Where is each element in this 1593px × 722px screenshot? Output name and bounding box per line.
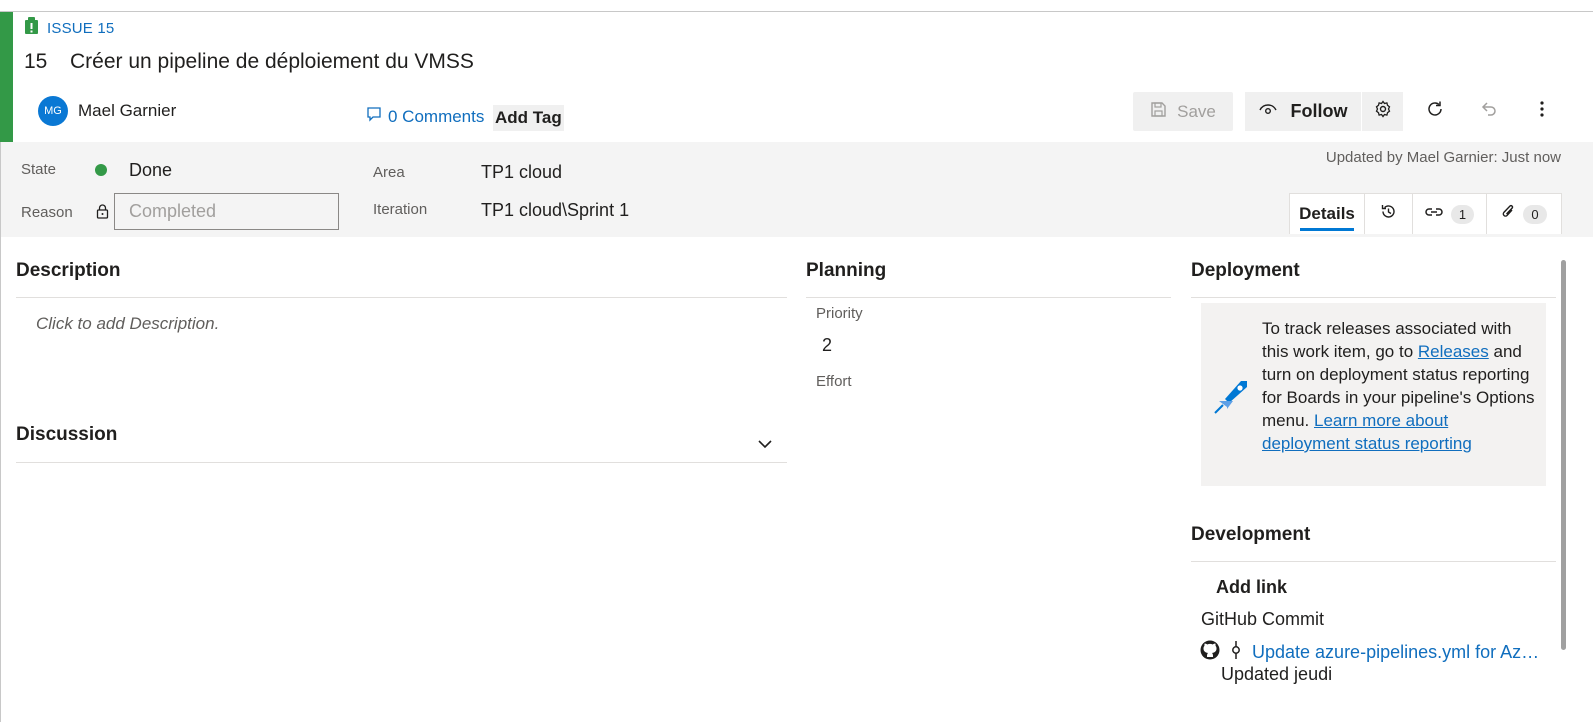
discussion-divider bbox=[16, 462, 787, 463]
save-label: Save bbox=[1177, 101, 1216, 121]
area-field[interactable]: TP1 cloud bbox=[481, 162, 562, 183]
gear-icon bbox=[1374, 100, 1392, 123]
commit-link[interactable]: Update azure-pipelines.yml for Azure Pip… bbox=[1252, 642, 1542, 663]
refresh-button[interactable] bbox=[1415, 92, 1455, 131]
work-item-id: 15 bbox=[24, 50, 48, 73]
deployment-heading: Deployment bbox=[1191, 260, 1300, 281]
tab-links[interactable]: 1 bbox=[1413, 194, 1487, 234]
commit-icon bbox=[1230, 640, 1242, 665]
attachments-count-badge: 0 bbox=[1523, 204, 1547, 224]
undo-button[interactable] bbox=[1469, 92, 1509, 131]
links-count-badge: 1 bbox=[1450, 204, 1475, 224]
paperclip-icon bbox=[1501, 203, 1515, 225]
deployment-info-text: To track releases associated with this w… bbox=[1262, 317, 1538, 455]
description-divider bbox=[16, 297, 787, 298]
scrollbar[interactable] bbox=[1561, 260, 1566, 650]
undo-icon bbox=[1480, 100, 1498, 123]
lock-icon bbox=[96, 204, 109, 224]
commit-row: Update azure-pipelines.yml for Azure Pip… bbox=[1200, 640, 1542, 665]
more-actions-button[interactable] bbox=[1522, 92, 1562, 131]
github-commit-label: GitHub Commit bbox=[1201, 609, 1325, 629]
title-row: 15 Créer un pipeline de déploiement du V… bbox=[24, 50, 474, 74]
state-label: State bbox=[21, 161, 57, 178]
effort-field[interactable] bbox=[812, 395, 1162, 425]
commit-updated-text: Updated jeudi bbox=[1221, 664, 1333, 684]
description-editor[interactable]: Click to add Description. bbox=[36, 314, 219, 334]
link-icon bbox=[1425, 205, 1443, 223]
priority-field[interactable]: 2 bbox=[822, 335, 832, 356]
comment-icon bbox=[366, 106, 382, 127]
development-divider bbox=[1191, 561, 1556, 562]
tab-details-label: Details bbox=[1299, 204, 1355, 223]
state-dropdown[interactable]: Done bbox=[129, 160, 172, 181]
top-border bbox=[0, 0, 1593, 12]
github-icon bbox=[1200, 640, 1220, 665]
state-done-indicator bbox=[95, 164, 107, 176]
assignee-picker[interactable]: MG Mael Garnier bbox=[38, 96, 176, 126]
effort-label: Effort bbox=[816, 373, 852, 390]
deployment-info-panel: To track releases associated with this w… bbox=[1201, 303, 1546, 486]
save-icon bbox=[1150, 101, 1167, 123]
avatar: MG bbox=[38, 96, 68, 126]
tab-details[interactable]: Details bbox=[1290, 194, 1365, 234]
pipelines-rocket-icon bbox=[1211, 375, 1251, 420]
issue-icon bbox=[24, 17, 39, 40]
comments-label: 0 Comments bbox=[388, 106, 485, 126]
iteration-label: Iteration bbox=[373, 201, 428, 218]
refresh-icon bbox=[1426, 100, 1444, 123]
work-item-type-header: ISSUE 15 bbox=[24, 17, 114, 40]
iteration-field[interactable]: TP1 cloud\Sprint 1 bbox=[481, 200, 629, 221]
development-heading: Development bbox=[1191, 524, 1311, 545]
reason-field: Completed bbox=[114, 193, 339, 230]
work-item-tabs: Details 1 0 bbox=[1289, 193, 1562, 234]
follow-button[interactable]: Follow bbox=[1245, 92, 1361, 131]
more-vertical-icon bbox=[1540, 101, 1544, 122]
chevron-down-icon[interactable] bbox=[758, 436, 772, 454]
follow-label: Follow bbox=[1290, 101, 1348, 121]
save-button[interactable]: Save bbox=[1133, 92, 1233, 131]
deployment-divider bbox=[1191, 297, 1556, 298]
planning-heading: Planning bbox=[806, 260, 887, 281]
reason-label: Reason bbox=[21, 204, 73, 221]
description-heading: Description bbox=[16, 260, 121, 281]
eye-icon bbox=[1258, 101, 1277, 122]
area-label: Area bbox=[373, 164, 405, 181]
work-item-title[interactable]: Créer un pipeline de déploiement du VMSS bbox=[70, 50, 474, 74]
add-tag-button[interactable]: Add Tag bbox=[493, 105, 564, 131]
work-item-type-link[interactable]: ISSUE 15 bbox=[47, 20, 114, 37]
comments-link[interactable]: 0 Comments bbox=[366, 106, 484, 127]
history-icon bbox=[1380, 203, 1397, 225]
planning-divider bbox=[806, 297, 1171, 298]
tab-attachments[interactable]: 0 bbox=[1487, 194, 1561, 234]
follow-settings-button[interactable] bbox=[1362, 92, 1403, 131]
add-link-button[interactable]: Add link bbox=[1216, 577, 1287, 598]
work-item-type-color-bar bbox=[0, 12, 13, 142]
assignee-name: Mael Garnier bbox=[78, 101, 177, 120]
priority-label: Priority bbox=[816, 305, 863, 322]
tab-history[interactable] bbox=[1365, 194, 1413, 234]
discussion-heading[interactable]: Discussion bbox=[16, 424, 117, 446]
releases-link[interactable]: Releases bbox=[1418, 342, 1489, 361]
updated-by-text[interactable]: Updated by Mael Garnier: Just now bbox=[1326, 149, 1561, 166]
